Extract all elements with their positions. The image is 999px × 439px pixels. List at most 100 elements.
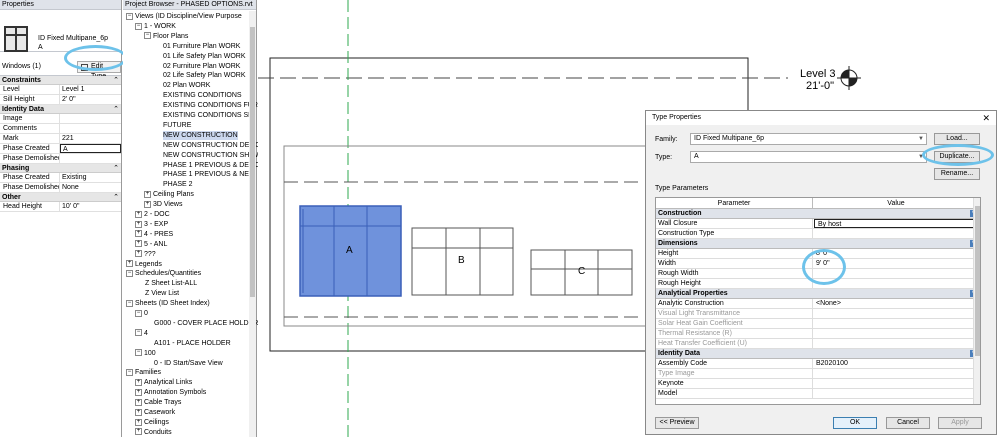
browser-node[interactable]: + Ceiling Plans — [144, 190, 194, 199]
parameter-value[interactable] — [813, 339, 980, 348]
expand-icon[interactable]: + — [135, 378, 142, 386]
expand-icon[interactable]: + — [135, 250, 142, 258]
expand-icon[interactable]: − — [126, 270, 133, 278]
browser-scrollbar[interactable] — [249, 11, 256, 437]
browser-node[interactable]: −0 — [135, 309, 148, 318]
expand-icon[interactable]: − — [135, 329, 142, 337]
expand-icon[interactable]: + — [135, 398, 142, 406]
property-value[interactable]: Existing — [60, 173, 121, 182]
property-value[interactable] — [60, 154, 121, 163]
instance-selector[interactable]: Windows (1) — [2, 63, 41, 70]
browser-node[interactable]: Z View List — [145, 289, 179, 298]
browser-node[interactable]: + Casework — [135, 408, 175, 417]
rename-button[interactable]: Rename... — [934, 168, 980, 180]
family-combo[interactable]: ID Fixed Multipane_6p ▼ — [690, 133, 927, 145]
browser-node[interactable]: +??? — [135, 250, 156, 259]
browser-node[interactable]: + Conduits — [135, 428, 172, 437]
browser-node[interactable]: + Annotation Symbols — [135, 388, 206, 397]
expand-icon[interactable]: − — [135, 22, 142, 30]
apply-button[interactable]: Apply — [938, 417, 982, 429]
expand-icon[interactable]: + — [135, 388, 142, 396]
property-group[interactable]: Constraints ⌃ — [0, 76, 121, 85]
browser-node[interactable]: +3 - EXP — [135, 220, 168, 229]
browser-node[interactable]: NEW CONSTRUCTION DEMO — [163, 141, 261, 150]
collapse-icon[interactable]: ⌃ — [113, 76, 119, 85]
browser-node[interactable]: − Views (ID Discipline/View Purpose — [126, 12, 242, 21]
browser-node[interactable]: EXISTING CONDITIONS — [163, 91, 242, 100]
browser-node[interactable]: − Families — [126, 368, 161, 377]
parameter-value[interactable] — [813, 229, 980, 238]
browser-node[interactable]: EXISTING CONDITIONS SH — [163, 111, 253, 120]
ok-button[interactable]: OK — [833, 417, 877, 429]
browser-node[interactable]: PHASE 1 PREVIOUS & NEW — [163, 170, 256, 179]
expand-icon[interactable]: + — [135, 210, 142, 218]
browser-node[interactable]: +5 - ANL — [135, 240, 167, 249]
browser-node[interactable]: +3D Views — [144, 200, 182, 209]
parameter-group[interactable]: Construction^ — [656, 209, 980, 219]
property-value[interactable]: 10' 0" — [60, 202, 121, 211]
browser-node[interactable]: 0 - ID Start/Save View — [154, 359, 223, 368]
expand-icon[interactable]: − — [144, 32, 151, 40]
collapse-icon[interactable]: ⌃ — [113, 105, 119, 114]
parameter-group[interactable]: Identity Data^ — [656, 349, 980, 359]
browser-node[interactable]: + Ceilings — [135, 418, 169, 427]
expand-icon[interactable]: − — [126, 369, 133, 377]
browser-node[interactable]: A101 - PLACE HOLDER — [154, 339, 231, 348]
type-combo[interactable]: A ▼ — [690, 151, 927, 163]
browser-node[interactable]: 02 Plan WORK — [163, 81, 210, 90]
property-value[interactable] — [60, 114, 121, 123]
browser-node[interactable]: NEW CONSTRUCTION SHOW — [163, 151, 261, 160]
browser-node[interactable]: +4 - PRES — [135, 230, 173, 239]
expand-icon[interactable]: + — [126, 260, 133, 268]
browser-node[interactable]: EXISTING CONDITIONS FURN — [163, 101, 263, 110]
property-value[interactable] — [60, 124, 121, 133]
parameter-value[interactable] — [813, 379, 980, 388]
browser-node[interactable]: 01 Furniture Plan WORK — [163, 42, 240, 51]
parameter-value[interactable] — [813, 329, 980, 338]
property-value[interactable]: A — [60, 144, 121, 153]
browser-node[interactable]: −100 — [135, 349, 156, 358]
property-group[interactable]: Other ⌃ — [0, 193, 121, 202]
expand-icon[interactable]: − — [135, 349, 142, 357]
browser-node[interactable]: 02 Furniture Plan WORK — [163, 62, 240, 71]
browser-node[interactable]: +2 - DOC — [135, 210, 170, 219]
browser-node[interactable]: PHASE 2 — [163, 180, 193, 189]
property-value[interactable]: 2' 0" — [60, 95, 121, 104]
property-value[interactable]: 221 — [60, 134, 121, 143]
browser-node[interactable]: G000 - COVER PLACE HOLDER — [154, 319, 258, 328]
parameter-group[interactable]: Dimensions^ — [656, 239, 980, 249]
expand-icon[interactable]: + — [144, 190, 151, 198]
property-group[interactable]: Identity Data ⌃ — [0, 105, 121, 114]
browser-node[interactable]: − Sheets (ID Sheet Index) — [126, 299, 210, 308]
parameter-value[interactable]: <None> — [813, 299, 980, 308]
parameter-group[interactable]: Analytical Properties^ — [656, 289, 980, 299]
cancel-button[interactable]: Cancel — [886, 417, 930, 429]
browser-node[interactable]: 01 Life Safety Plan WORK — [163, 52, 245, 61]
browser-node[interactable]: −1 - WORK — [135, 22, 176, 31]
browser-node[interactable]: + Legends — [126, 260, 162, 269]
property-group[interactable]: Phasing ⌃ — [0, 164, 121, 173]
browser-node[interactable]: FUTURE — [163, 121, 191, 130]
property-value[interactable]: None — [60, 183, 121, 192]
expand-icon[interactable]: + — [135, 230, 142, 238]
browser-node[interactable]: PHASE 1 PREVIOUS & DEMO — [163, 161, 260, 170]
browser-node[interactable]: + Cable Trays — [135, 398, 181, 407]
expand-icon[interactable]: + — [135, 428, 142, 436]
expand-icon[interactable]: − — [126, 12, 133, 20]
browser-node[interactable]: + Analytical Links — [135, 378, 192, 387]
expand-icon[interactable]: + — [135, 220, 142, 228]
parameter-value[interactable]: By host — [814, 219, 979, 228]
collapse-icon[interactable]: ⌃ — [113, 193, 119, 202]
property-value[interactable]: Level 1 — [60, 85, 121, 94]
expand-icon[interactable]: + — [135, 240, 142, 248]
parameter-value[interactable] — [813, 389, 980, 398]
browser-node[interactable]: Z Sheet List-ALL — [145, 279, 197, 288]
browser-node[interactable]: NEW CONSTRUCTION — [163, 130, 238, 140]
parameter-value[interactable] — [813, 319, 980, 328]
expand-icon[interactable]: + — [135, 408, 142, 416]
browser-node[interactable]: − Floor Plans — [144, 32, 188, 41]
parameter-value[interactable]: B2020100 — [813, 359, 980, 368]
collapse-icon[interactable]: ⌃ — [113, 164, 119, 173]
expand-icon[interactable]: − — [135, 309, 142, 317]
close-icon[interactable]: ✕ — [982, 113, 990, 124]
